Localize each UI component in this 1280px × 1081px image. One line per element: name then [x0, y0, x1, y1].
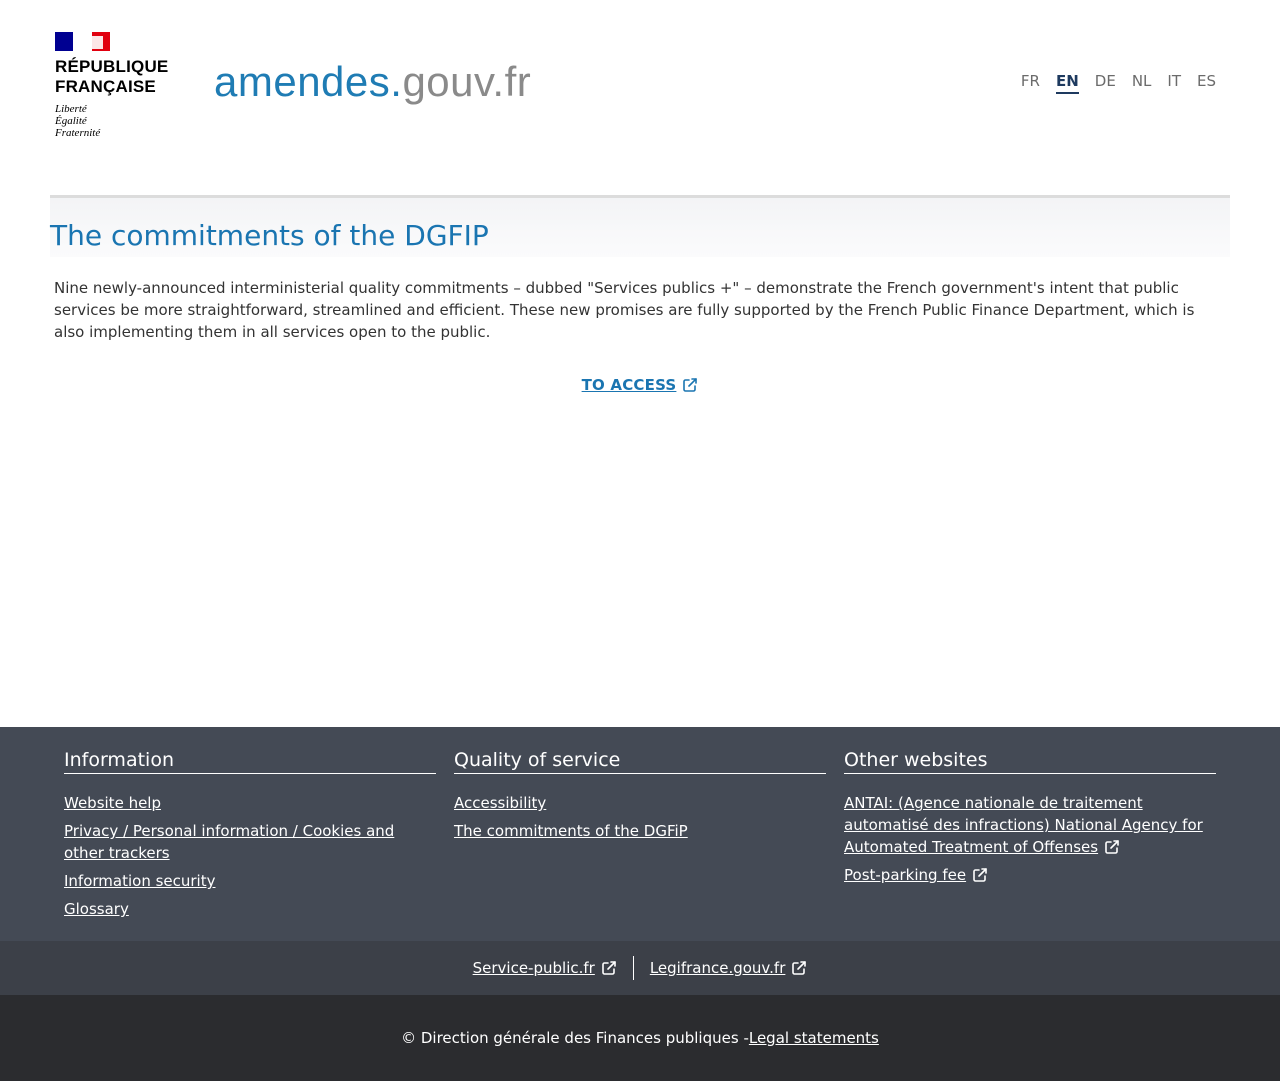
- gov-name: RÉPUBLIQUE FRANÇAISE: [55, 57, 169, 96]
- list-item: Website help: [64, 792, 436, 814]
- site-header: RÉPUBLIQUE FRANÇAISE Liberté Égalité Fra…: [0, 0, 1280, 196]
- footer-link-list: Accessibility The commitments of the DGFi…: [454, 792, 826, 842]
- external-link-icon: [1104, 839, 1120, 855]
- legal-statements-link[interactable]: Legal statements: [749, 1029, 879, 1047]
- lang-de[interactable]: DE: [1095, 72, 1116, 94]
- list-item: Privacy / Personal information / Cookies…: [64, 820, 436, 864]
- list-item: The commitments of the DGFiP: [454, 820, 826, 842]
- language-selector: FR EN DE NL IT ES: [1021, 72, 1216, 94]
- lang-nl[interactable]: NL: [1132, 72, 1152, 94]
- marianne-icon: [81, 36, 104, 49]
- to-access-link[interactable]: TO ACCESS: [582, 376, 699, 394]
- list-item: Post-parking fee: [844, 864, 1216, 886]
- footer-column-information: Information Website help Privacy / Persona…: [64, 747, 436, 926]
- footer-column-other-websites: Other websites ANTAI: (Agence nationale d…: [844, 747, 1216, 926]
- footer-link-the-commitments-of-the-dgfip[interactable]: The commitments of the DGFiP: [454, 822, 688, 840]
- copyright-text: © Direction générale des Finances publiq…: [401, 1029, 749, 1047]
- access-wrap: TO ACCESS: [50, 375, 1230, 394]
- partner-link-legifrance-gouv-fr[interactable]: Legifrance.gouv.fr: [650, 959, 808, 977]
- page-title: The commitments of the DGFIP: [50, 219, 489, 252]
- title-band: The commitments of the DGFIP: [50, 195, 1230, 257]
- footer-links-area: Information Website help Privacy / Persona…: [0, 727, 1280, 941]
- footer-link-list: Website help Privacy / Personal informati…: [64, 792, 436, 920]
- main-content: The commitments of the DGFIP Nine newly-…: [50, 195, 1230, 394]
- lang-en[interactable]: EN: [1055, 72, 1079, 94]
- partner-link-service-public-fr[interactable]: Service-public.fr: [473, 959, 617, 977]
- site-brand-link[interactable]: amendes.gouv.fr: [214, 57, 531, 107]
- republique-francaise-logo[interactable]: RÉPUBLIQUE FRANÇAISE Liberté Égalité Fra…: [55, 32, 187, 146]
- footer-partner-links: Service-public.fr Legifrance.gouv.fr: [0, 941, 1280, 995]
- intro-paragraph: Nine newly-announced interministerial qu…: [54, 279, 1195, 341]
- footer-link-information-security[interactable]: Information security: [64, 872, 216, 890]
- footer-column-quality-of-service: Quality of service Accessibility The commi…: [454, 747, 826, 926]
- list-item: Glossary: [64, 898, 436, 920]
- external-link-icon: [972, 867, 988, 883]
- list-item: Accessibility: [454, 792, 826, 814]
- external-link-icon: [791, 960, 807, 976]
- footer-link-glossary[interactable]: Glossary: [64, 900, 129, 918]
- footer-columns: Information Website help Privacy / Persona…: [64, 747, 1216, 926]
- footer-link-accessibility[interactable]: Accessibility: [454, 794, 546, 812]
- footer-column-heading: Other websites: [844, 747, 1216, 774]
- external-link-icon: [682, 377, 698, 393]
- footer-link-website-help[interactable]: Website help: [64, 794, 161, 812]
- list-item: Information security: [64, 870, 436, 892]
- footer-link-post-parking-fee[interactable]: Post-parking fee: [844, 866, 988, 884]
- external-link-icon: [601, 960, 617, 976]
- list-item: ANTAI: (Agence nationale de traitement a…: [844, 792, 1216, 858]
- footer-link-list: ANTAI: (Agence nationale de traitement a…: [844, 792, 1216, 886]
- gov-motto: Liberté Égalité Fraternité: [55, 103, 101, 139]
- footer-column-heading: Information: [64, 747, 436, 774]
- footer-link-antai-agence-nationale-de-traitement-aut[interactable]: ANTAI: (Agence nationale de traitement a…: [844, 794, 1203, 856]
- lang-fr[interactable]: FR: [1021, 72, 1040, 94]
- lang-it[interactable]: IT: [1167, 72, 1181, 94]
- lang-es[interactable]: ES: [1197, 72, 1216, 94]
- footer-copyright-bar: © Direction générale des Finances publiq…: [0, 995, 1280, 1081]
- footer-column-heading: Quality of service: [454, 747, 826, 774]
- divider: [632, 956, 634, 980]
- brand-part-amendes: amendes.: [214, 58, 403, 105]
- footer-link-privacy-personal-information-cookies-and[interactable]: Privacy / Personal information / Cookies…: [64, 822, 394, 862]
- french-flag-icon: [55, 32, 110, 51]
- brand-part-gouv: gouv.fr: [402, 58, 532, 105]
